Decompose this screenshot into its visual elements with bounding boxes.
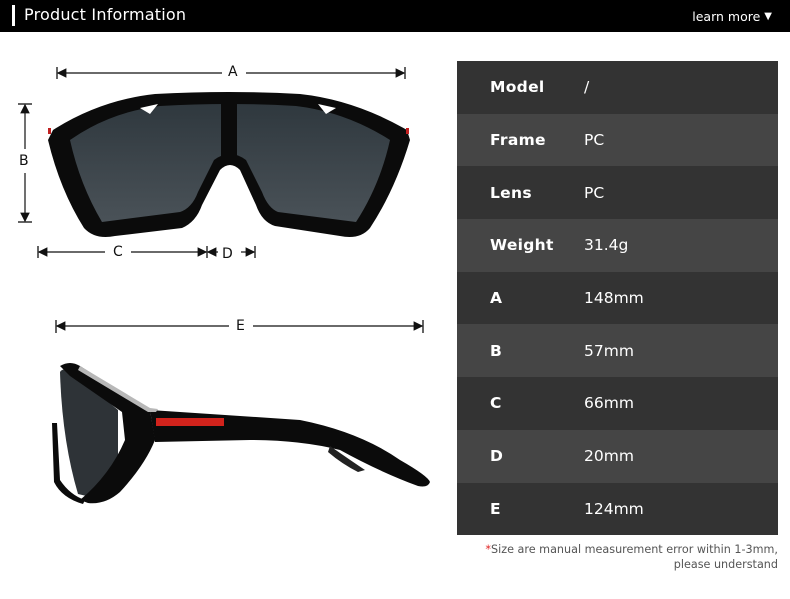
spec-label: A <box>490 289 503 308</box>
spec-value: 66mm <box>584 394 634 413</box>
dimension-diagram: A B C D E <box>0 32 450 599</box>
spec-label: D <box>490 447 504 466</box>
spec-label: B <box>490 341 503 360</box>
dim-label-c: C <box>109 245 127 259</box>
dim-label-a: A <box>224 65 242 79</box>
spec-label: C <box>490 394 502 413</box>
footnote-line-2: please understand <box>673 558 778 571</box>
spec-label: E <box>490 499 501 518</box>
header-accent-bar <box>12 5 15 26</box>
spec-value: 124mm <box>584 499 644 518</box>
dim-label-d: D <box>220 246 235 262</box>
learn-more-label: learn more <box>692 9 761 24</box>
learn-more-link[interactable]: learn more ▼ <box>692 9 772 24</box>
spec-value: 31.4g <box>584 236 629 255</box>
measurement-footnote: *Size are manual measurement error withi… <box>485 542 778 572</box>
spec-row-frame: Frame PC <box>457 113 778 167</box>
footnote-line-1: Size are manual measurement error within… <box>491 543 778 556</box>
spec-value: / <box>584 78 590 97</box>
dim-label-b: B <box>15 154 33 168</box>
spec-row-model: Model / <box>457 61 778 114</box>
section-title: Product Information <box>24 5 187 24</box>
spec-label: Model <box>490 78 545 97</box>
spec-value: 57mm <box>584 341 634 360</box>
spec-row-e: E 124mm <box>457 482 778 536</box>
spec-label: Lens <box>490 183 532 202</box>
spec-row-c: C 66mm <box>457 377 778 430</box>
spec-label: Frame <box>490 131 546 150</box>
spec-row-lens: Lens PC <box>457 166 778 220</box>
triangle-down-icon: ▼ <box>764 10 772 22</box>
spec-row-weight: Weight 31.4g <box>457 219 778 272</box>
spec-row-a: A 148mm <box>457 271 778 325</box>
glasses-side-view <box>52 363 430 504</box>
diagram-svg <box>18 67 430 504</box>
glasses-front-view <box>48 92 410 237</box>
spec-value: PC <box>584 183 605 202</box>
header-bar: Product Information learn more ▼ <box>0 0 790 32</box>
dim-label-e: E <box>232 319 249 333</box>
spec-value: 20mm <box>584 447 634 466</box>
spec-value: 148mm <box>584 289 644 308</box>
spec-row-d: D 20mm <box>457 429 778 483</box>
specs-table: Model / Frame PC Lens PC Weight 31.4g A … <box>457 61 778 536</box>
spec-row-b: B 57mm <box>457 324 778 378</box>
temple-red-stripe <box>156 418 224 426</box>
spec-value: PC <box>584 131 605 150</box>
spec-label: Weight <box>490 236 554 255</box>
